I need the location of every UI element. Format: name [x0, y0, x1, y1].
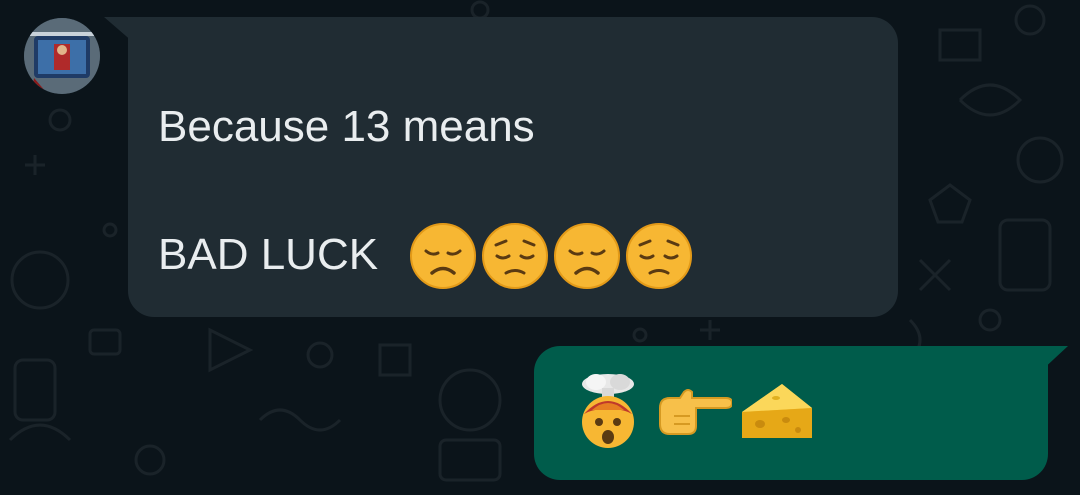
pensive-face-icon: [626, 223, 692, 289]
disappointed-face-icon: [410, 223, 476, 289]
pensive-face-icon: [482, 223, 548, 289]
cheese-wedge-icon: [742, 384, 812, 438]
message-text-line-2: BAD LUCK: [158, 230, 379, 279]
disappointed-face-icon: [554, 223, 620, 289]
exploding-head-icon: [582, 374, 634, 448]
contact-avatar[interactable]: [24, 18, 100, 94]
incoming-message-bubble[interactable]: Because 13 means BAD LUCK: [128, 17, 898, 317]
incoming-emoji-row: [408, 221, 694, 291]
pointing-right-icon: [659, 389, 732, 435]
outgoing-emoji-row: [568, 370, 816, 454]
outgoing-message-bubble[interactable]: [534, 346, 1048, 480]
message-text-line-1: Because 13 means: [158, 102, 535, 151]
avatar-image-icon: [24, 18, 100, 94]
